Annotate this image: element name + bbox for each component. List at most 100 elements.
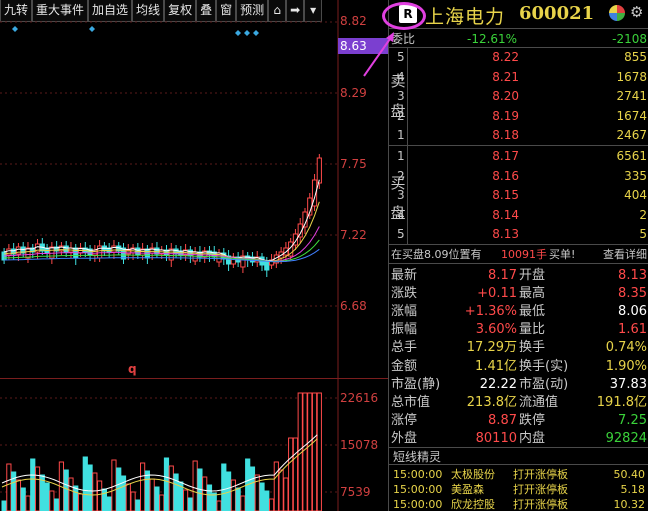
sell-order-row[interactable]: 1 8.18 2467 [389, 126, 648, 146]
volume-bar [130, 491, 136, 511]
stat-row: 外盘 80110 内盘 92824 [391, 430, 647, 446]
volume-axis-label: 22616 [340, 391, 379, 405]
stat-row: 最新 8.17 开盘 8.13 [391, 268, 647, 283]
shortline-item[interactable]: 15:00:00 欣龙控股 打开涨停板 10.32 [389, 497, 648, 511]
shortline-item[interactable]: 15:00:00 太极股份 打开涨停板 50.40 [389, 467, 648, 482]
buy-order-row[interactable]: 3 8.15 404 [389, 186, 648, 206]
price-axis-label: 8.29 [340, 86, 367, 100]
volume-bar [159, 494, 165, 511]
volume-bar [140, 462, 146, 511]
volume-bar [221, 463, 227, 511]
sell-order-row[interactable]: 2 8.19 1674 [389, 107, 648, 127]
volume-chart[interactable] [0, 378, 388, 511]
volume-bar [187, 497, 193, 511]
volume-bar [68, 477, 74, 511]
candlestick-chart[interactable] [0, 0, 388, 378]
price-axis-label: 8.82 [340, 14, 367, 28]
volume-bar [1, 500, 7, 511]
volume-bar [87, 464, 93, 511]
buy-order-row[interactable]: 5 8.13 5 [389, 225, 648, 245]
quote-panel: R 上海电力 600021 ⚙ 委比 -12.61% -2108 卖 盘 买 盘… [388, 0, 648, 511]
volume-bar [192, 460, 198, 511]
weibi-row: 委比 -12.61% -2108 [389, 28, 648, 48]
stat-row: 总手 17.29万 换手 0.74% [391, 340, 647, 356]
volume-bar [278, 469, 284, 511]
volume-bar [92, 472, 98, 511]
volume-bar [63, 469, 69, 511]
sell-order-row[interactable]: 3 8.20 2741 [389, 87, 648, 107]
buy-order-row[interactable]: 2 8.16 335 [389, 167, 648, 187]
candle [316, 157, 322, 184]
view-details-link[interactable]: 查看详细 [603, 245, 647, 265]
annotation-circle [382, 2, 426, 30]
candle [6, 248, 12, 256]
volume-bar [73, 485, 79, 511]
volume-bar [82, 456, 88, 511]
volume-bar [97, 480, 103, 511]
sell-order-row[interactable]: 5 8.22 855 [389, 48, 648, 68]
volume-bar [154, 486, 160, 511]
volume-bar [54, 498, 60, 511]
volume-bar [302, 392, 308, 511]
volume-bar [25, 495, 31, 511]
volume-bar [77, 493, 84, 511]
annotation-arrow [363, 32, 394, 77]
volume-bar [235, 487, 241, 511]
stat-row: 涨跌 +0.11 最高 8.35 [391, 286, 647, 302]
volume-bar [206, 484, 213, 511]
volume-bar [211, 492, 217, 511]
volume-bar [125, 483, 131, 511]
volume-bar [30, 458, 36, 511]
stock-title-bar: R 上海电力 600021 ⚙ [389, 0, 648, 30]
weibi-diff: -2108 [612, 32, 647, 46]
stock-code: 600021 [519, 3, 595, 24]
volume-bar [144, 470, 150, 511]
stat-row: 市盈(静) 22.22 市盈(动) 37.83 [391, 376, 647, 392]
price-axis-label: 7.75 [340, 157, 367, 171]
stat-row: 总市值 213.8亿 流通值 191.8亿 [391, 394, 647, 410]
stat-row: 涨停 8.87 跌停 7.25 [391, 412, 647, 428]
volume-bar [135, 499, 141, 511]
candle [63, 245, 69, 253]
volume-bar [230, 479, 236, 511]
volume-bar [273, 461, 279, 511]
volume-bar [168, 465, 174, 511]
kline-chart-area[interactable]: 九转 重大事件 加自选 均线 复权 叠 窗 预测 ⌂ ➡ ▾ 8.63 8.82… [0, 0, 388, 511]
volume-bar [6, 463, 12, 511]
volume-bar [149, 478, 155, 511]
volume-bar [15, 479, 22, 511]
volume-bars-group [1, 392, 322, 511]
volume-bar [259, 482, 265, 511]
gear-icon[interactable]: ⚙ [630, 3, 643, 21]
volume-bar [283, 477, 289, 511]
volume-bar [316, 392, 322, 511]
volume-bar [44, 482, 50, 511]
pie-chart-icon[interactable] [609, 5, 625, 21]
buy-order-row[interactable]: 1 8.17 6561 [389, 147, 648, 167]
shortline-header[interactable]: 短线精灵 [389, 447, 648, 465]
volume-bar [288, 437, 294, 511]
shortline-item[interactable]: 15:00:00 美盈森 打开涨停板 5.18 [389, 482, 648, 497]
volume-bar [292, 437, 299, 511]
volume-bar [311, 392, 318, 511]
buy-order-row[interactable]: 4 8.14 2 [389, 206, 648, 226]
stat-row: 振幅 3.60% 量比 1.61 [391, 322, 647, 338]
volume-bar [163, 457, 170, 511]
volume-bar [254, 474, 260, 511]
volume-bar [34, 466, 41, 511]
volume-axis-label: 15078 [340, 438, 379, 452]
stock-name: 上海电力 [425, 6, 506, 28]
volume-bar [120, 475, 127, 511]
order-book: 卖 盘 买 盘 5 8.22 855 4 8.21 1678 3 8.20 27… [389, 48, 648, 244]
volume-bar [240, 495, 246, 511]
volume-bar [249, 466, 256, 511]
candle [264, 261, 270, 271]
volume-bar [216, 500, 222, 511]
price-axis-label: 7.22 [340, 228, 367, 242]
stat-row: 金额 1.41亿 换手(实) 1.90% [391, 358, 647, 374]
notice-suffix: 买单! [549, 248, 576, 261]
sell-order-row[interactable]: 4 8.21 1678 [389, 68, 648, 88]
stat-row: 涨幅 +1.36% 最低 8.06 [391, 304, 647, 320]
notice-prefix: 在买盘8.09位置有 [391, 248, 482, 261]
volume-bar [307, 392, 313, 511]
